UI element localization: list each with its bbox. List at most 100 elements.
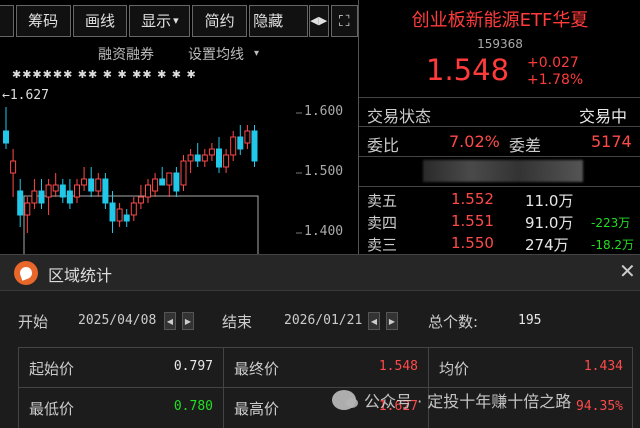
hide-button[interactable]: 隐藏 bbox=[249, 4, 308, 37]
toolbar-scroll-arrows[interactable]: ◀▶ bbox=[308, 4, 329, 37]
chips-button-label: 筹码 bbox=[28, 12, 59, 30]
app-logo-icon bbox=[14, 261, 38, 285]
stat-value: 0.797 bbox=[173, 359, 213, 374]
candlestick[interactable] bbox=[166, 172, 173, 197]
close-icon[interactable]: ✕ bbox=[619, 259, 636, 283]
fund-code: 159368 bbox=[477, 37, 523, 51]
stat-value: 1.548 bbox=[378, 359, 418, 374]
draw-line-button[interactable]: 画线 bbox=[72, 4, 128, 37]
candle-body bbox=[145, 184, 151, 198]
candlestick[interactable] bbox=[237, 125, 244, 155]
expand-button[interactable]: ⛶ bbox=[330, 4, 359, 37]
quote-panel: 创业板新能源ETF华夏 159368 1.548 +0.027 +1.78% 交… bbox=[358, 0, 640, 260]
candlestick[interactable] bbox=[95, 173, 102, 197]
candlestick[interactable] bbox=[3, 107, 9, 149]
candlestick[interactable] bbox=[152, 173, 159, 197]
order-book-row: 卖三 1.550 274万 -18.2万 bbox=[359, 232, 640, 254]
candle-body bbox=[216, 148, 222, 168]
candlestick[interactable] bbox=[130, 197, 137, 221]
candlestick[interactable] bbox=[109, 191, 116, 233]
order-ratio-value: 7.02% bbox=[449, 132, 500, 151]
chevron-down-icon: ▾ bbox=[254, 48, 260, 59]
candlestick[interactable] bbox=[216, 137, 222, 173]
blurred-region bbox=[423, 160, 583, 182]
chevron-right-icon: ▶ bbox=[388, 316, 396, 326]
order-diff-value: 5174 bbox=[591, 132, 632, 151]
start-date-field[interactable]: 2025/04/08 bbox=[78, 313, 156, 328]
candlestick[interactable] bbox=[230, 131, 237, 161]
order-book-row: 卖五 1.552 11.0万 bbox=[359, 188, 640, 210]
expand-icon: ⛶ bbox=[339, 11, 350, 30]
price-axis-tick: 1.600 bbox=[304, 104, 344, 119]
candlestick[interactable] bbox=[137, 185, 144, 209]
candlestick[interactable] bbox=[201, 149, 208, 167]
candle-body bbox=[159, 178, 166, 186]
change-amount: +0.027 bbox=[527, 55, 579, 71]
candlestick[interactable] bbox=[17, 179, 24, 227]
candlestick[interactable] bbox=[187, 149, 194, 173]
dialog-title-bar[interactable]: 区域统计 ✕ bbox=[0, 255, 640, 291]
candlestick[interactable] bbox=[24, 197, 31, 233]
stat-value: 1.434 bbox=[583, 359, 623, 374]
order-level-volume: 274万 bbox=[525, 236, 569, 254]
candle-body bbox=[152, 178, 159, 192]
stat-value: 94.35% bbox=[576, 399, 623, 414]
candlestick[interactable] bbox=[45, 179, 52, 215]
count-value: 195 bbox=[518, 313, 542, 328]
ma-settings-link[interactable]: 设置均线 bbox=[188, 44, 244, 64]
candlestick[interactable] bbox=[59, 179, 66, 203]
candle-body bbox=[3, 130, 9, 144]
candlestick[interactable] bbox=[223, 149, 230, 173]
order-level-label: 卖四 bbox=[367, 214, 398, 232]
candle-body bbox=[31, 190, 38, 204]
divider bbox=[359, 156, 640, 157]
candlestick[interactable] bbox=[145, 179, 151, 203]
order-ratio-row: 委比 7.02% 委差 5174 bbox=[359, 129, 640, 155]
stat-cell: 最低价 0.780 bbox=[19, 388, 224, 428]
order-level-price: 1.550 bbox=[451, 234, 494, 252]
candlestick[interactable] bbox=[52, 173, 59, 197]
end-date-field[interactable]: 2026/01/21 bbox=[284, 313, 362, 328]
candlestick[interactable] bbox=[194, 143, 201, 167]
toolbar-left-edge bbox=[0, 4, 14, 37]
candlestick[interactable] bbox=[180, 155, 187, 191]
candlestick[interactable] bbox=[173, 167, 180, 197]
start-next-button[interactable]: ▶ bbox=[182, 312, 194, 330]
candlestick[interactable] bbox=[123, 209, 130, 227]
simple-mode-button[interactable]: 简约 bbox=[192, 4, 248, 37]
candlestick[interactable] bbox=[244, 125, 251, 149]
candle-body bbox=[137, 196, 144, 204]
end-next-button[interactable]: ▶ bbox=[386, 312, 398, 330]
end-prev-button[interactable]: ◀ bbox=[368, 312, 380, 330]
candlestick[interactable] bbox=[74, 179, 80, 203]
display-dropdown-label: 显示 bbox=[141, 12, 172, 30]
candlestick[interactable] bbox=[102, 173, 109, 209]
price-change: +0.027 +1.78% bbox=[527, 55, 583, 89]
chips-button[interactable]: 筹码 bbox=[15, 4, 71, 37]
candlestick[interactable] bbox=[66, 179, 73, 209]
start-prev-button[interactable]: ◀ bbox=[164, 312, 176, 330]
candle-body bbox=[194, 154, 201, 162]
candlestick[interactable] bbox=[116, 203, 123, 227]
candle-body bbox=[17, 190, 24, 216]
fund-title: 创业板新能源ETF华夏 bbox=[411, 10, 589, 31]
candlestick[interactable] bbox=[10, 149, 17, 197]
display-dropdown[interactable]: 显示 ▾ bbox=[129, 4, 191, 37]
candle-body bbox=[116, 208, 123, 222]
candlestick[interactable] bbox=[251, 125, 258, 167]
candlestick[interactable] bbox=[159, 167, 166, 186]
candlestick[interactable] bbox=[31, 179, 38, 209]
candlestick[interactable] bbox=[208, 143, 215, 161]
candle-body bbox=[223, 154, 230, 168]
candlestick[interactable] bbox=[81, 167, 88, 191]
margin-trading-link[interactable]: 融资融券 bbox=[98, 44, 154, 64]
price-axis-tick: 1.500 bbox=[304, 164, 344, 179]
chevron-down-icon: ▾ bbox=[173, 14, 179, 27]
candlestick[interactable] bbox=[88, 167, 95, 197]
candle-body bbox=[102, 178, 109, 204]
candle-body bbox=[109, 202, 116, 222]
stat-label: 均价 bbox=[439, 360, 470, 378]
order-book-row: 卖四 1.551 91.0万 -223万 bbox=[359, 210, 640, 232]
price-axis-tick: 1.400 bbox=[304, 224, 344, 239]
candlestick[interactable] bbox=[38, 179, 45, 209]
